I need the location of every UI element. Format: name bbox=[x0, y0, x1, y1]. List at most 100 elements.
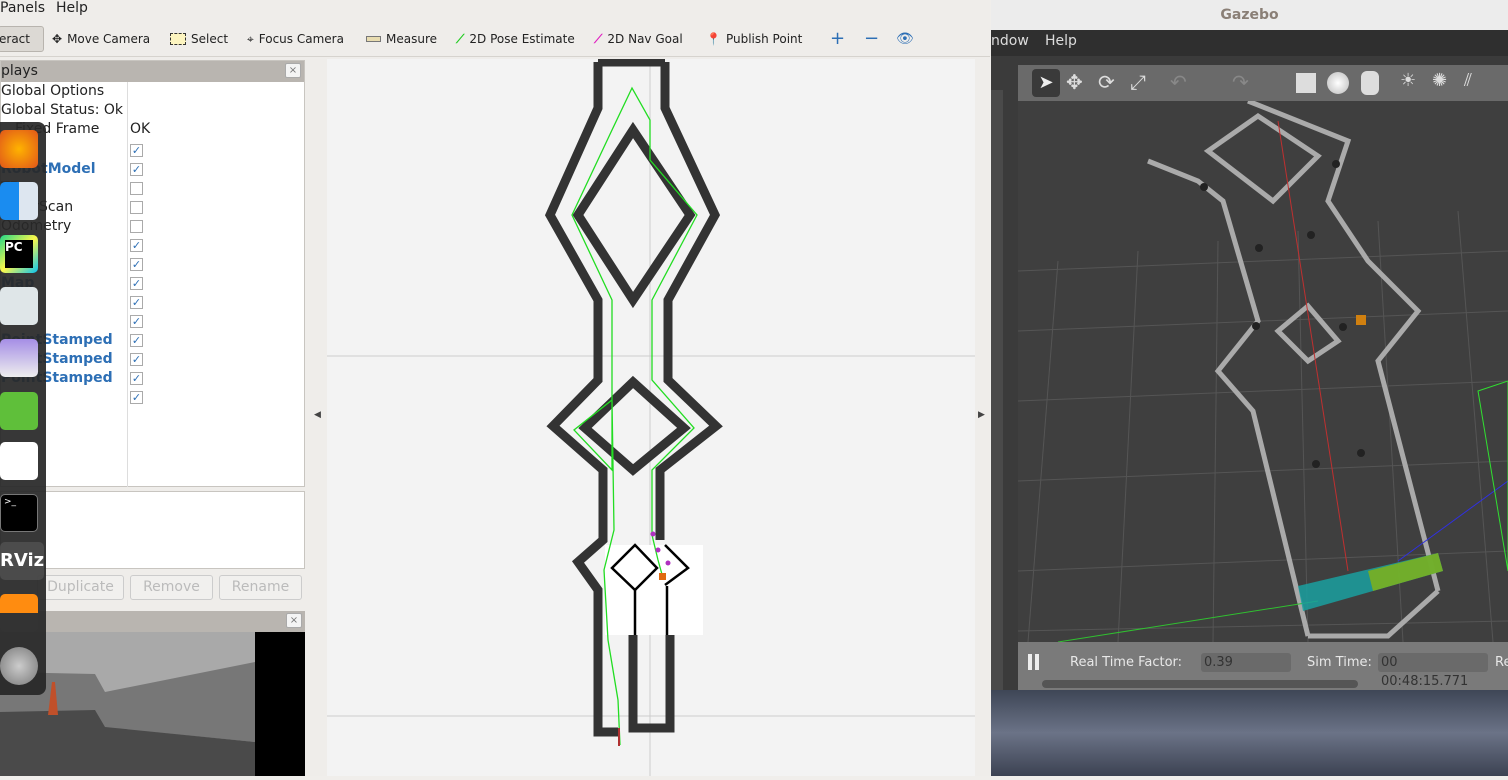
nav-goal-tool[interactable]: ⟋ 2D Nav Goal bbox=[594, 26, 683, 52]
rtf-value: 0.39 bbox=[1201, 653, 1291, 672]
publish-point-tool[interactable]: 📍 Publish Point bbox=[706, 26, 802, 52]
global-status-item[interactable]: Global Status: Ok bbox=[1, 101, 123, 120]
menu-help[interactable]: Help bbox=[56, 0, 88, 16]
redo-button[interactable]: ↷ bbox=[1232, 70, 1249, 94]
column-divider bbox=[127, 82, 128, 487]
interact-tool[interactable]: eract bbox=[0, 26, 44, 52]
close-displays-button[interactable]: × bbox=[285, 63, 301, 78]
sun-icon: ☀ bbox=[1400, 70, 1417, 91]
robot-footprint bbox=[1368, 553, 1443, 591]
gazebo-scene-canvas[interactable] bbox=[1018, 101, 1508, 642]
add-tool-button[interactable]: + bbox=[830, 26, 845, 52]
collapse-left-icon[interactable]: ◀ bbox=[314, 410, 321, 420]
gazebo-toolbar: ➤ ✥ ⟳ ⤢ ↶ ↷ ☀ ✺ ⫽ bbox=[1018, 65, 1508, 101]
remove-tool-button[interactable]: − bbox=[864, 26, 879, 52]
pause-button[interactable] bbox=[1028, 654, 1032, 670]
display-checkbox[interactable]: ✓ bbox=[130, 315, 143, 328]
display-checkbox[interactable]: ✓ bbox=[130, 353, 143, 366]
display-checkbox[interactable]: ✓ bbox=[130, 239, 143, 252]
scale-mode-button[interactable]: ⤢ bbox=[1130, 70, 1146, 94]
pycharm-icon[interactable]: PC bbox=[0, 235, 38, 273]
rotate-mode-button[interactable]: ⟳ bbox=[1098, 70, 1115, 94]
rotate-icon: ⟳ bbox=[1098, 70, 1115, 94]
tool-label: Move Camera bbox=[67, 32, 151, 46]
rtf-label: Real Time Factor: bbox=[1070, 655, 1183, 670]
global-options-item[interactable]: Global Options bbox=[1, 82, 104, 101]
move-camera-tool[interactable]: ✥ Move Camera bbox=[52, 26, 150, 52]
display-checkbox[interactable]: ✓ bbox=[130, 391, 143, 404]
close-camera-button[interactable]: × bbox=[286, 613, 302, 628]
map-canvas[interactable] bbox=[327, 57, 975, 776]
robot-model bbox=[659, 573, 666, 580]
display-checkbox[interactable]: ✓ bbox=[130, 258, 143, 271]
displays-header: plays × bbox=[1, 61, 304, 82]
sim-time-value: 00 00:48:15.771 bbox=[1378, 653, 1488, 689]
select-mode-button[interactable]: ➤ bbox=[1032, 69, 1060, 97]
spot-light-button[interactable]: ✺ bbox=[1432, 70, 1447, 91]
baidu-netdisk-icon[interactable] bbox=[0, 442, 38, 480]
view-menu-button[interactable]: 👁 bbox=[896, 26, 914, 52]
menu-help[interactable]: Help bbox=[1045, 33, 1077, 49]
image-viewer-icon[interactable] bbox=[0, 339, 38, 377]
finder-icon[interactable] bbox=[0, 182, 38, 220]
collapse-right-icon[interactable]: ▶ bbox=[978, 410, 985, 420]
tool-label: Focus Camera bbox=[258, 32, 344, 46]
cylinder-shape-button[interactable] bbox=[1361, 71, 1379, 95]
undo-button[interactable]: ↶ bbox=[1170, 70, 1187, 94]
sphere-shape-button[interactable] bbox=[1327, 72, 1349, 94]
move-icon: ✥ bbox=[1066, 70, 1083, 94]
display-checkbox[interactable]: ✓ bbox=[130, 372, 143, 385]
button-label: Rename bbox=[231, 579, 290, 595]
gazebo-side-panel bbox=[991, 90, 1003, 690]
pose-estimate-tool[interactable]: ⟋ 2D Pose Estimate bbox=[456, 26, 575, 52]
button-label: Duplicate bbox=[47, 579, 114, 595]
duplicate-button[interactable]: Duplicate bbox=[37, 575, 124, 600]
firefox-icon[interactable] bbox=[0, 130, 38, 168]
real-time-label: Real bbox=[1495, 655, 1508, 670]
bounding-box bbox=[1477, 380, 1508, 572]
display-checkbox[interactable] bbox=[130, 182, 143, 195]
publish-point-icon: 📍 bbox=[706, 32, 721, 46]
point-marker bbox=[650, 531, 656, 537]
scale-icon: ⤢ bbox=[1130, 70, 1146, 94]
display-checkbox[interactable]: ✓ bbox=[130, 144, 143, 157]
focus-camera-tool[interactable]: ⌖ Focus Camera bbox=[247, 26, 344, 52]
gazebo-3d-scene[interactable] bbox=[1018, 101, 1508, 642]
horizontal-scrollbar[interactable] bbox=[1042, 680, 1358, 688]
remove-button[interactable]: Remove bbox=[130, 575, 213, 600]
pose-estimate-icon: ⟋ bbox=[456, 32, 465, 46]
display-checkbox[interactable] bbox=[130, 220, 143, 233]
display-checkbox[interactable]: ✓ bbox=[130, 334, 143, 347]
minus-icon: − bbox=[864, 28, 880, 49]
eye-icon: 👁 bbox=[896, 31, 914, 47]
select-tool[interactable]: Select bbox=[170, 26, 228, 52]
undo-icon: ↶ bbox=[1170, 70, 1187, 94]
launchpad-icon[interactable] bbox=[0, 647, 38, 685]
translate-mode-button[interactable]: ✥ bbox=[1066, 70, 1083, 94]
measure-tool[interactable]: Measure bbox=[366, 26, 437, 52]
rviz-dock-icon[interactable]: RViz bbox=[0, 542, 44, 580]
display-checkbox[interactable] bbox=[130, 201, 143, 214]
rename-button[interactable]: Rename bbox=[219, 575, 302, 600]
directional-light-icon: ⫽ bbox=[1464, 70, 1473, 91]
3d-map-view[interactable] bbox=[327, 57, 975, 776]
menu-panels[interactable]: Panels bbox=[0, 0, 45, 16]
directional-light-button[interactable]: ⫽ bbox=[1464, 70, 1472, 91]
gazebo-dock-icon[interactable] bbox=[0, 594, 38, 632]
terminal-icon[interactable]: >_ bbox=[0, 494, 38, 532]
display-checkbox[interactable]: ✓ bbox=[130, 296, 143, 309]
code-editor-icon[interactable] bbox=[0, 392, 38, 430]
tool-label: Publish Point bbox=[725, 32, 803, 46]
display-checkbox[interactable]: ✓ bbox=[130, 163, 143, 176]
point-light-button[interactable]: ☀ bbox=[1400, 70, 1416, 91]
display-checkbox[interactable]: ✓ bbox=[130, 277, 143, 290]
point-marker bbox=[665, 560, 671, 566]
box-shape-button[interactable] bbox=[1296, 73, 1316, 93]
nav-goal-icon: ⟋ bbox=[594, 32, 603, 46]
redo-icon: ↷ bbox=[1232, 70, 1249, 94]
menu-window[interactable]: ndow bbox=[991, 33, 1029, 49]
texteditor-icon[interactable] bbox=[0, 287, 38, 325]
tool-label: 2D Nav Goal bbox=[607, 32, 683, 46]
button-label: Remove bbox=[143, 579, 200, 595]
gazebo-menu-bar: ndow Help bbox=[991, 30, 1508, 56]
